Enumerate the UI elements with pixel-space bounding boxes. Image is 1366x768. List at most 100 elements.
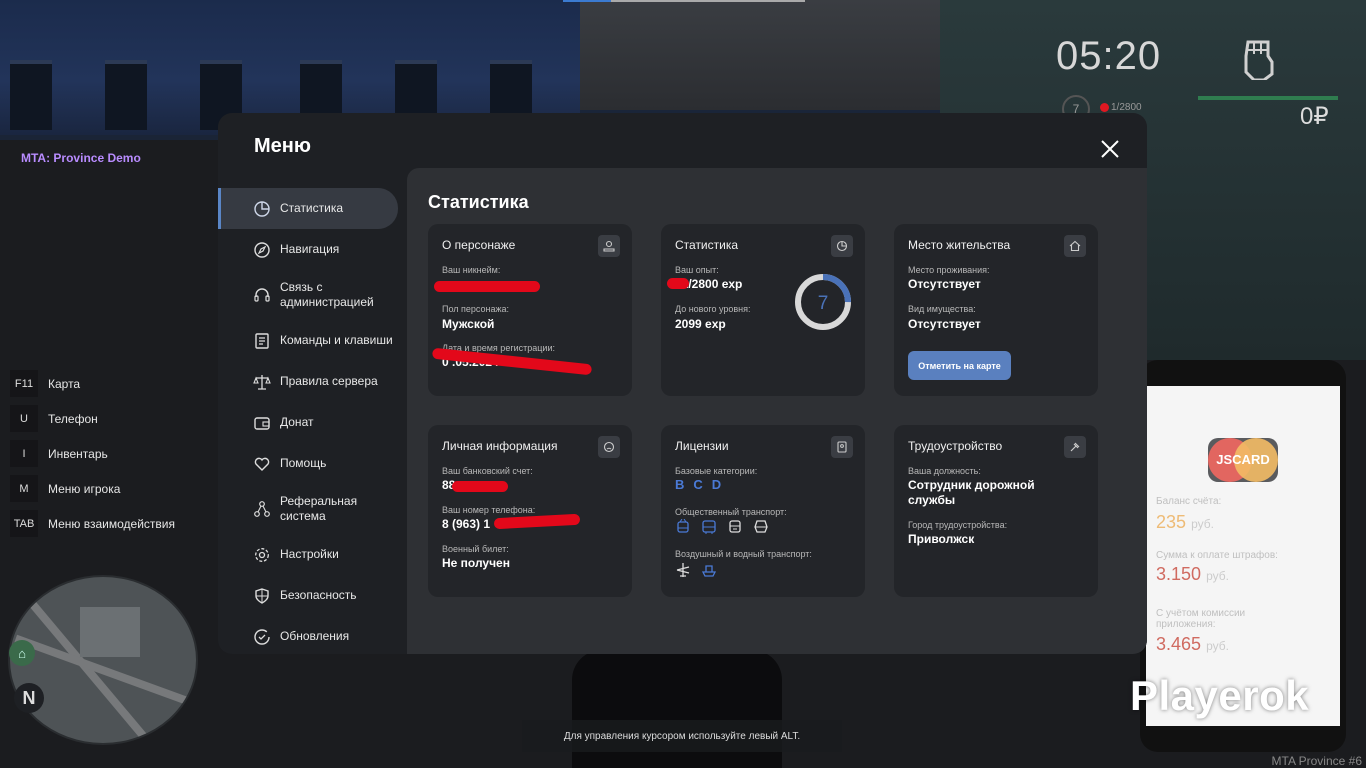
network-icon (254, 501, 270, 517)
base-categories-label: Базовые категории: (675, 466, 758, 476)
server-name: MTA: Province Demo (21, 151, 141, 165)
position-value: Сотрудник дорожной службы (908, 478, 1035, 507)
sidebar-item-help[interactable]: Помощь (218, 443, 407, 484)
refresh-check-icon (254, 628, 270, 645)
exp-label: Ваш опыт: (675, 265, 719, 275)
server-footer: MTA Province #6 (1271, 754, 1362, 768)
card-personal-info: Личная информация Ваш банковский счет: 8… (428, 425, 632, 597)
id-badge-icon (831, 436, 853, 458)
boat-icon (701, 565, 717, 577)
hud-exp: 1/2800 (1111, 102, 1142, 113)
hotkey-label: Инвентарь (48, 446, 108, 461)
military-label: Военный билет: (442, 544, 509, 554)
compass-north-icon: N (14, 683, 44, 713)
sidebar-item-statistics[interactable]: Статистика (218, 188, 398, 229)
sidebar-item-label: Правила сервера (280, 374, 378, 388)
sidebar-item-settings[interactable]: Настройки (218, 534, 407, 575)
warehouse-door (10, 60, 52, 130)
card-title: Личная информация (442, 439, 558, 453)
license-category: C (693, 477, 703, 492)
scales-icon (253, 374, 271, 390)
headset-icon (254, 288, 270, 302)
hotkey-item: TAB Меню взаимодействия (10, 510, 175, 537)
license-category: D (711, 477, 722, 492)
sidebar-item-admin-contact[interactable]: Связь с администрацией (218, 270, 407, 320)
hotkey-key: I (10, 440, 38, 467)
hotkey-key: F11 (10, 370, 38, 397)
redaction-mark (452, 481, 508, 492)
face-icon (598, 436, 620, 458)
next-level-value: 2099 exp (675, 317, 726, 331)
hotkey-key: TAB (10, 510, 38, 537)
redaction-mark (434, 281, 540, 292)
hotkey-key: U (10, 405, 38, 432)
sidebar-item-referral[interactable]: Реферальная система (218, 484, 407, 534)
gender-label: Пол персонажа: (442, 304, 510, 314)
license-categories: B C D (675, 477, 721, 492)
bus-icon (702, 520, 716, 534)
wallet-icon (254, 416, 270, 430)
close-icon[interactable] (1098, 137, 1122, 161)
air-water-transport-label: Воздушный и водный транспорт: (675, 549, 812, 559)
sidebar-item-label: Команды и клавиши (280, 333, 393, 347)
sidebar-item-commands[interactable]: Команды и клавиши (218, 320, 407, 361)
card-title: Лицензии (675, 439, 729, 453)
shield-icon (255, 587, 269, 604)
fist-icon (1244, 40, 1274, 80)
residence-label: Место проживания: (908, 265, 990, 275)
sidebar-item-security[interactable]: Безопасность (218, 575, 407, 616)
train-icon (754, 520, 768, 533)
sidebar-item-label: Обновления (280, 629, 350, 643)
sidebar-item-donate[interactable]: Донат (218, 402, 407, 443)
player-menu: Меню Статистика Навигация Связь с админи… (218, 113, 1147, 654)
plane-icon (676, 563, 690, 577)
document-icon (255, 332, 269, 349)
record-dot-icon (1100, 103, 1109, 112)
tram-icon (729, 520, 741, 533)
sidebar-item-rules[interactable]: Правила сервера (218, 361, 407, 402)
sidebar-item-label: Помощь (280, 456, 327, 470)
hotkey-label: Меню игрока (48, 481, 121, 496)
card-character: О персонаже Ваш никнейм: Пол персонажа: … (428, 224, 632, 396)
sidebar-item-label: Безопасность (280, 588, 357, 602)
sidebar-item-label: Навигация (280, 242, 340, 256)
bank-marker-icon: ⌂ (9, 640, 35, 666)
menu-sidebar: Статистика Навигация Связь с администрац… (218, 188, 407, 654)
redaction-mark (667, 278, 689, 289)
hotkey-label: Карта (48, 376, 81, 391)
city-value: Приволжск (908, 532, 975, 546)
sidebar-item-navigation[interactable]: Навигация (218, 229, 407, 270)
card-licenses: Лицензии Базовые категории: B C D Общест… (661, 425, 865, 597)
card-statistics: Статистика Ваш опыт: 01/2800 exp До ново… (661, 224, 865, 396)
next-level-label: До нового уровня: (675, 304, 751, 314)
hotkey-key: M (10, 475, 38, 502)
card-title: Трудоустройство (908, 439, 1003, 453)
health-bar (1198, 96, 1338, 100)
property-value: Отсутствует (908, 317, 981, 331)
warehouse-door (105, 60, 147, 130)
game-clock: 05:20 (1056, 34, 1162, 78)
position-label: Ваша должность: (908, 466, 981, 476)
gear-icon (255, 547, 269, 562)
phone-number-label: Ваш номер телефона: (442, 505, 536, 515)
mark-on-map-button[interactable]: Отметить на карте (908, 351, 1011, 380)
sidebar-item-label: Настройки (280, 547, 339, 561)
house-icon (1064, 235, 1086, 257)
redaction-mark (493, 513, 581, 530)
hud-money: 0₽ (1300, 103, 1329, 130)
trolleybus-icon (677, 519, 689, 533)
license-category: B (675, 477, 685, 492)
cursor-hint: Для управления курсором используйте левы… (522, 720, 842, 752)
level-number: 7 (818, 293, 829, 314)
menu-title: Меню (254, 135, 311, 157)
hotkey-label: Меню взаимодействия (48, 516, 175, 531)
sidebar-item-label: Связь с администрацией (280, 280, 374, 309)
sidebar-item-updates[interactable]: Обновления (218, 616, 407, 654)
air-water-transport-icons (675, 562, 717, 578)
hotkey-label: Телефон (48, 411, 98, 426)
public-transport-icons (675, 519, 769, 535)
card-residence: Место жительства Место проживания: Отсут… (894, 224, 1098, 396)
minimap-building (80, 607, 140, 657)
sidebar-item-label: Реферальная система (280, 494, 358, 523)
person-icon (598, 235, 620, 257)
